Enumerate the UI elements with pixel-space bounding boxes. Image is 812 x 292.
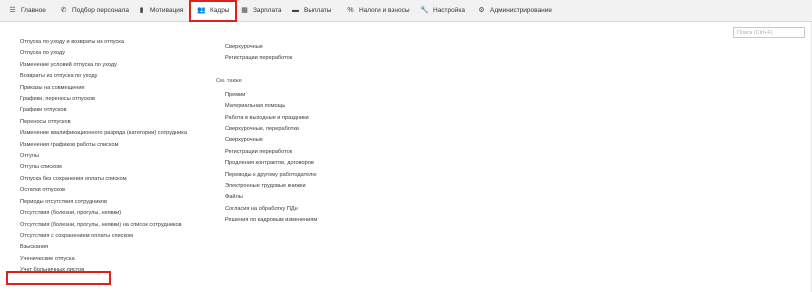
link-time-off[interactable]: Отгулы <box>20 151 187 162</box>
link-study-leaves[interactable]: Ученические отпуска <box>20 254 187 265</box>
nav-item-label: Налоги и взносы <box>359 7 410 14</box>
link-electronic-work-books[interactable]: Электронные трудовые книжки <box>225 181 317 192</box>
link-overtime-overwork[interactable]: Сверхурочные, переработки <box>225 124 317 135</box>
link-files[interactable]: Файлы <box>225 192 317 203</box>
link-overwork-registrations[interactable]: Регистрации переработок <box>225 53 317 64</box>
link-overwork-registrations-2[interactable]: Регистрации переработок <box>225 147 317 158</box>
link-child-care-leaves[interactable]: Отпуска по уходу <box>20 48 187 59</box>
link-paid-absences-list[interactable]: Отсутствия с сохранением оплаты списком <box>20 231 187 242</box>
link-sick-leave-accounting[interactable]: Учет больничных листов <box>20 265 187 276</box>
see-also-heading: См. также <box>216 77 242 84</box>
hamburger-icon: ☰ <box>9 7 16 14</box>
hr-commands-list: Отпуска по уходу и возвраты из отпуска О… <box>20 37 187 277</box>
nav-item-payments[interactable]: ▬ Выплаты <box>291 0 331 22</box>
nav-item-motivation[interactable]: ▮ Мотивация <box>137 0 184 22</box>
link-absences[interactable]: Отсутствия (болезни, прогулы, неявки) <box>20 208 187 219</box>
link-vacation-balances[interactable]: Остатки отпусков <box>20 185 187 196</box>
wrench-icon: 🔧 <box>420 7 429 14</box>
link-hr-change-decisions[interactable]: Решения по кадровым изменениям <box>225 215 317 226</box>
nav-item-administration[interactable]: ⚙ Администрирование <box>477 0 552 22</box>
link-vacation-schedules[interactable]: Графики отпусков <box>20 105 187 116</box>
link-vacation-transfers[interactable]: Переносы отпусков <box>20 117 187 128</box>
link-work-schedule-changes[interactable]: Изменения графиков работы списком <box>20 140 187 151</box>
link-child-care-returns[interactable]: Возвраты из отпуска по уходу <box>20 71 187 82</box>
link-employer-transfers[interactable]: Переводы к другому работодателю <box>225 170 317 181</box>
percent-icon: % <box>347 7 354 14</box>
link-contract-extensions[interactable]: Продления контрактов, договоров <box>225 158 317 169</box>
link-absence-periods[interactable]: Периоды отсутствия сотрудников <box>20 197 187 208</box>
nav-item-label: Мотивация <box>150 7 184 14</box>
link-qualification-change[interactable]: Изменение квалификационного разряда (кат… <box>20 128 187 139</box>
link-weekend-work[interactable]: Работа в выходные и праздники <box>225 113 317 124</box>
link-child-care-leaves-returns[interactable]: Отпуска по уходу и возвраты из отпуска <box>20 37 187 48</box>
bar-chart-icon: ▮ <box>139 7 144 14</box>
link-overtime[interactable]: Сверхурочные <box>225 42 317 53</box>
nav-item-label: Кадры <box>210 7 230 14</box>
calculator-icon: ▦ <box>241 7 248 14</box>
nav-item-label: Подбор персонала <box>72 7 129 14</box>
link-penalties[interactable]: Взыскания <box>20 242 187 253</box>
link-unpaid-leaves-list[interactable]: Отпуска без сохранения оплаты списком <box>20 174 187 185</box>
link-child-care-leave-changes[interactable]: Изменение условий отпуска по уходу <box>20 60 187 71</box>
nav-item-salary[interactable]: ▦ Зарплата <box>240 0 281 22</box>
section-panel: ☰ Главное ✆ Подбор персонала ▮ Мотивация 👥 К… <box>0 0 812 22</box>
nav-item-label: Зарплата <box>253 7 282 14</box>
link-vacation-schedules-transfers[interactable]: Графики, переносы отпусков <box>20 94 187 105</box>
wallet-icon: ▬ <box>292 7 299 14</box>
nav-item-label: Администрирование <box>490 7 552 14</box>
link-time-off-list[interactable]: Отгулы списком <box>20 162 187 173</box>
nav-item-settings[interactable]: 🔧 Настройка <box>420 0 465 22</box>
link-bonuses[interactable]: Премии <box>225 90 317 101</box>
gear-icon: ⚙ <box>478 7 485 14</box>
nav-item-label: Главное <box>21 7 46 14</box>
nav-item-taxes[interactable]: % Налоги и взносы <box>346 0 410 22</box>
nav-item-main[interactable]: ☰ Главное <box>8 0 46 22</box>
link-pd-consents[interactable]: Согласия на обработку ПДн <box>225 204 317 215</box>
nav-item-label: Настройка <box>433 7 465 14</box>
hr-secondary-list: Сверхурочные Регистрации переработок См.… <box>216 42 317 227</box>
nav-item-label: Выплаты <box>304 7 332 14</box>
nav-item-hr[interactable]: 👥 Кадры <box>189 0 238 22</box>
nav-item-recruiting[interactable]: ✆ Подбор персонала <box>59 0 129 22</box>
link-absences-employee-list[interactable]: Отсутствия (болезни, прогулы, неявки) на… <box>20 220 187 231</box>
search-input[interactable] <box>733 27 805 38</box>
link-overtime-2[interactable]: Сверхурочные <box>225 135 317 146</box>
link-combination-orders[interactable]: Приказы на совмещение <box>20 83 187 94</box>
phone-icon: ✆ <box>60 7 67 14</box>
users-icon: 👥 <box>197 7 206 14</box>
link-financial-aid[interactable]: Материальная помощь <box>225 101 317 112</box>
